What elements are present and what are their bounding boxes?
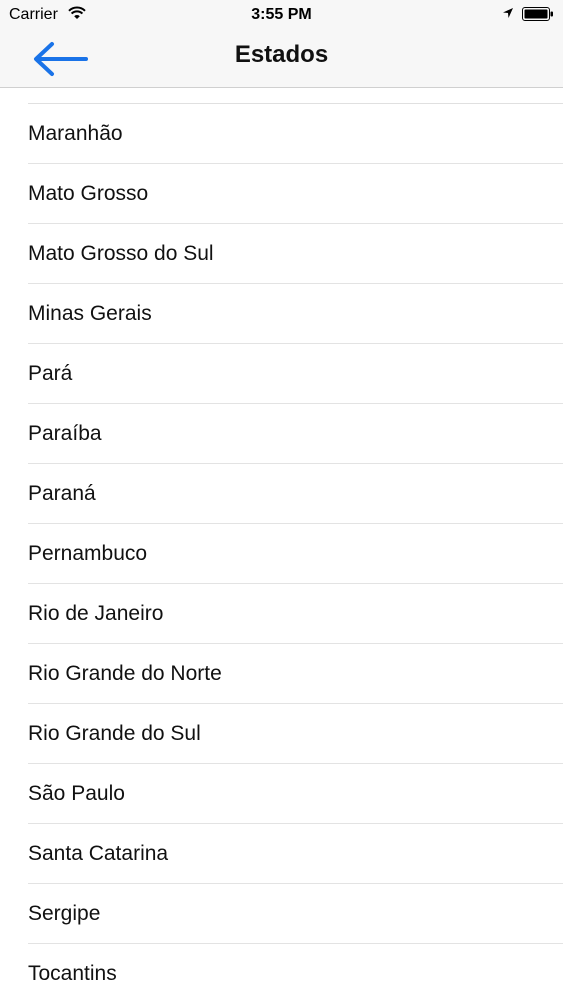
list-item[interactable]: Rio Grande do Norte [0, 644, 563, 704]
list-item[interactable]: Pernambuco [0, 524, 563, 584]
list-item[interactable]: Mato Grosso do Sul [0, 224, 563, 284]
list-item[interactable]: Santa Catarina [0, 824, 563, 884]
states-list-items: Maranhão Mato Grosso Mato Grosso do Sul … [0, 104, 563, 1000]
list-item[interactable]: Pará [0, 344, 563, 404]
status-time: 3:55 PM [251, 6, 312, 23]
navigation-bar: Estados [0, 30, 563, 88]
list-item[interactable]: Maranhão [0, 104, 563, 164]
list-item[interactable]: São Paulo [0, 764, 563, 824]
battery-icon [522, 7, 553, 21]
status-bar: Carrier 3:55 PM [0, 0, 563, 30]
states-list[interactable]: Maranhão Mato Grosso Mato Grosso do Sul … [0, 88, 563, 1000]
list-item[interactable]: Mato Grosso [0, 164, 563, 224]
list-item[interactable]: Paraná [0, 464, 563, 524]
location-arrow-icon [503, 8, 513, 18]
list-item[interactable]: Minas Gerais [0, 284, 563, 344]
list-item[interactable]: Rio de Janeiro [0, 584, 563, 644]
page-title: Estados [234, 41, 329, 68]
list-item[interactable]: Rio Grande do Sul [0, 704, 563, 764]
list-item[interactable]: Sergipe [0, 884, 563, 944]
list-item[interactable]: Tocantins [0, 944, 563, 1000]
list-item[interactable]: Paraíba [0, 404, 563, 464]
